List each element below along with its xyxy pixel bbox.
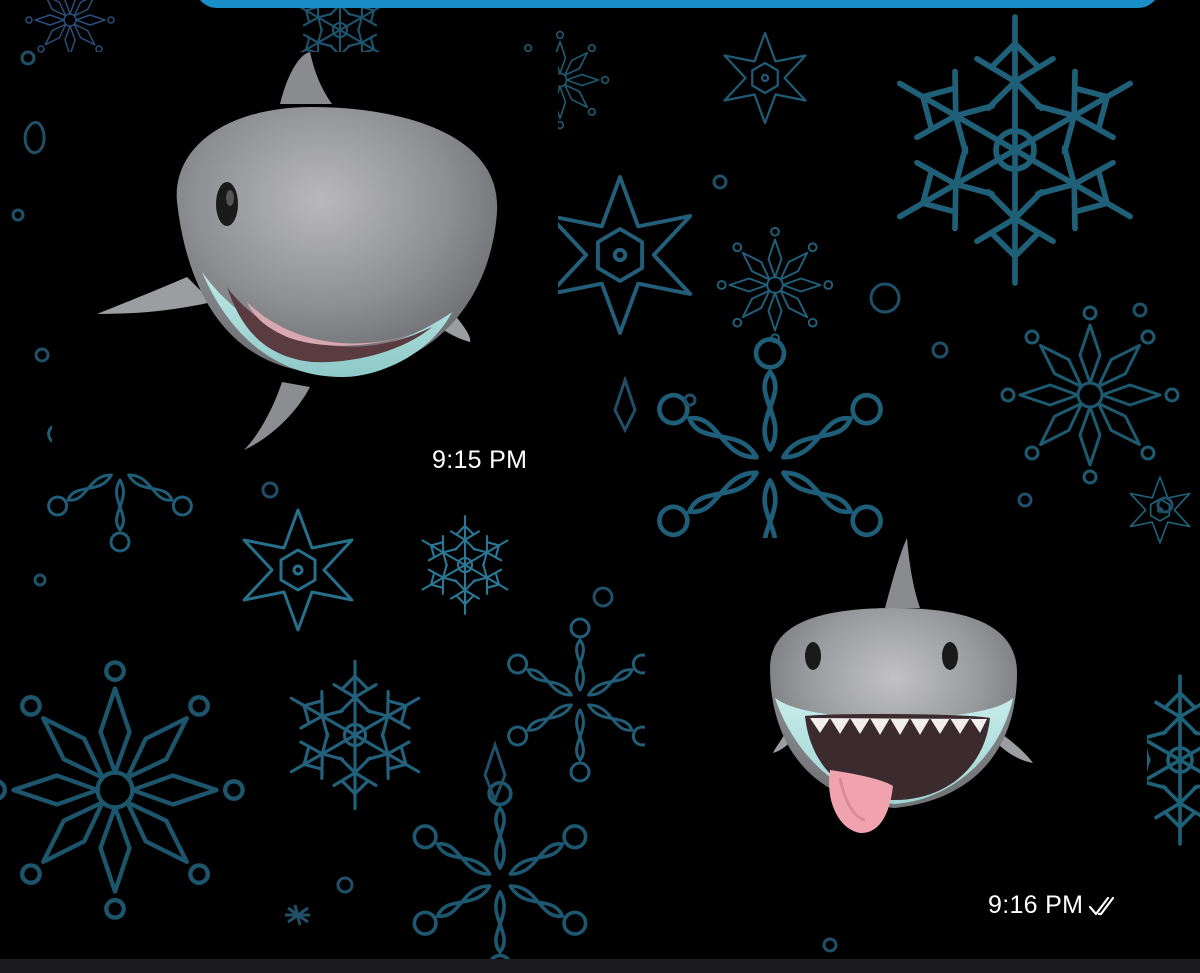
shark-animoji-video[interactable] xyxy=(52,52,558,468)
previous-message-bubble-edge xyxy=(195,0,1160,8)
chat-view: 9:15 PM 9:16 PM xyxy=(0,0,1200,973)
bottom-bar xyxy=(0,959,1200,973)
message-timestamp: 9:16 PM xyxy=(988,891,1084,919)
message-timestamp-sent: 9:16 PM xyxy=(988,891,1119,920)
outgoing-video-message[interactable] xyxy=(645,538,1147,922)
incoming-video-message[interactable] xyxy=(52,52,558,468)
shark-animoji-image xyxy=(770,538,1033,834)
shark-animoji-image xyxy=(97,52,498,450)
message-timestamp: 9:15 PM xyxy=(432,446,528,474)
double-check-icon xyxy=(1089,895,1119,917)
shark-animoji-video[interactable] xyxy=(645,538,1147,922)
